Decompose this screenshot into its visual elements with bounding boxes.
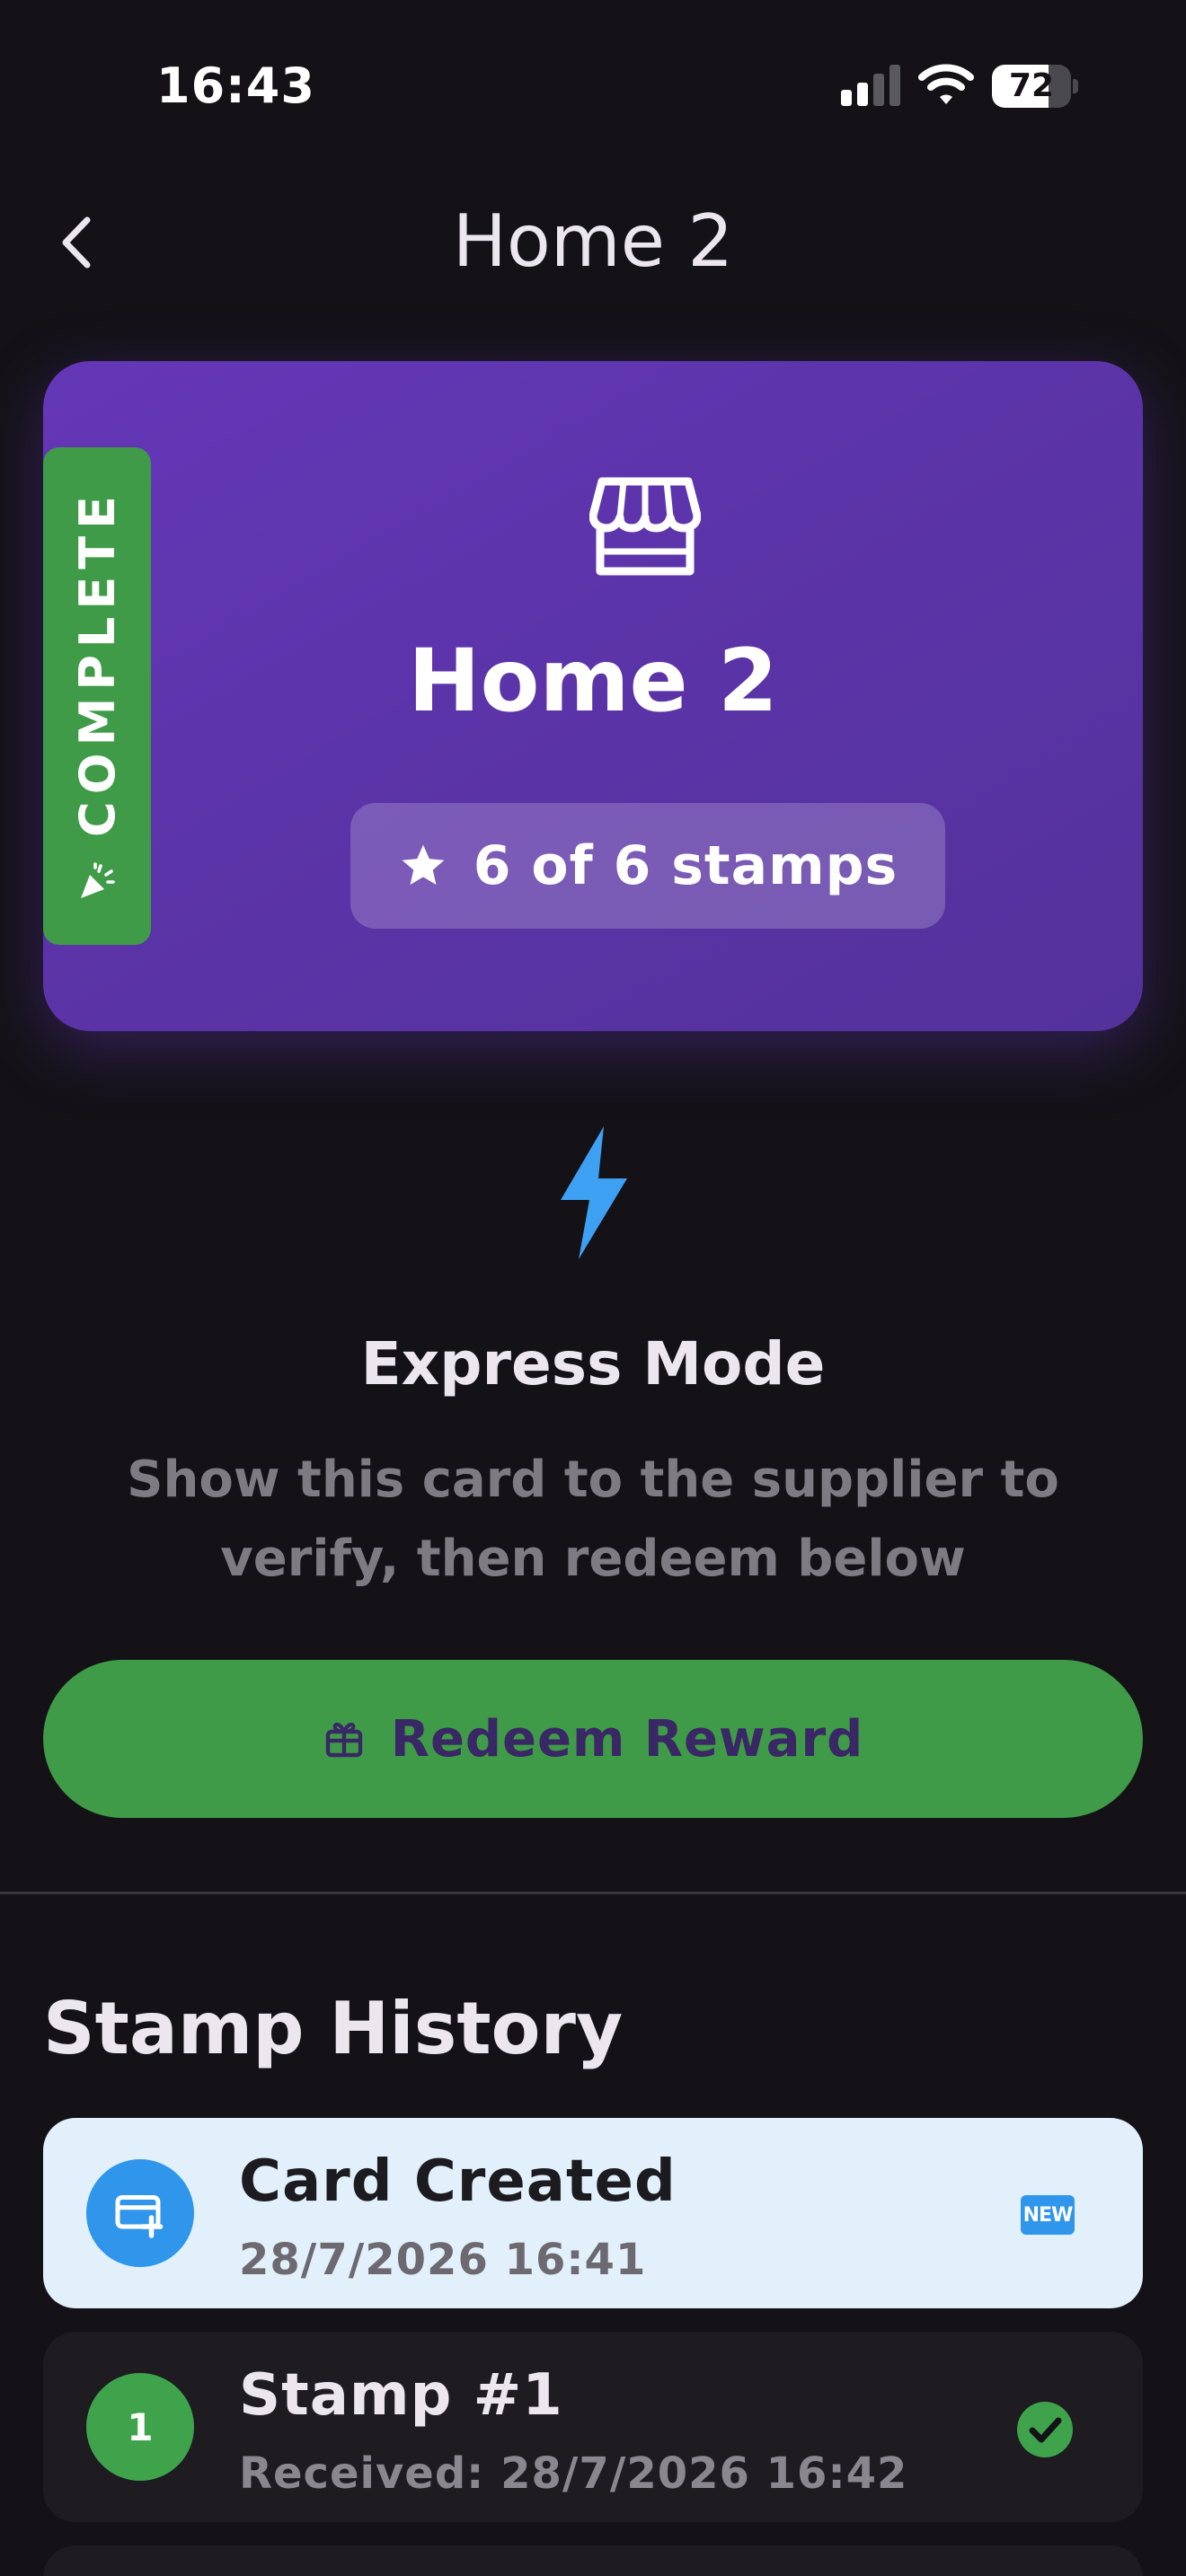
wifi-icon <box>918 64 974 104</box>
screen: 16:43 72 Home 2 Home 2 6 of 6 stamps COM… <box>0 0 1186 2576</box>
history-item-card-created[interactable]: Card Created 28/7/2026 16:41 NEW <box>43 2118 1143 2308</box>
card-add-icon <box>115 2195 164 2238</box>
complete-ribbon: COMPLETE <box>43 447 151 945</box>
section-divider <box>0 1892 1186 1894</box>
new-badge-label: NEW <box>1022 2203 1074 2227</box>
stamp-number: 1 <box>127 2404 154 2449</box>
status-bar: 16:43 72 <box>0 0 1186 171</box>
loyalty-card: Home 2 6 of 6 stamps <box>43 361 1143 1031</box>
card-title: Home 2 <box>408 631 778 731</box>
history-item-title: Stamp #1 <box>239 2362 563 2429</box>
redeem-reward-label: Redeem Reward <box>390 1709 864 1769</box>
stamp-count-badge: 6 of 6 stamps <box>350 803 945 929</box>
back-button[interactable] <box>45 202 108 283</box>
express-mode-description: Show this card to the supplier to verify… <box>127 1451 1059 1588</box>
status-time: 16:43 <box>156 57 315 114</box>
history-item-partial[interactable] <box>43 2545 1143 2576</box>
lightning-bolt-icon <box>561 1126 627 1259</box>
battery-body: 72 <box>992 65 1071 108</box>
history-item-stamp-1[interactable]: 1 Stamp #1 Received: 28/7/2026 16:42 <box>43 2332 1143 2522</box>
party-popper-icon <box>81 862 115 898</box>
express-mode-title: Express Mode <box>360 1329 826 1398</box>
history-item-title: Card Created <box>239 2148 677 2215</box>
battery-percentage: 72 <box>1008 67 1055 104</box>
complete-label: COMPLETE <box>68 489 126 837</box>
card-created-icon-badge <box>86 2159 194 2267</box>
battery-cap <box>1073 79 1078 93</box>
stamp-number-badge: 1 <box>86 2373 194 2481</box>
gift-icon <box>325 1722 363 1758</box>
cellular-signal-icon <box>841 65 900 106</box>
stamp-history-title: Stamp History <box>43 1987 624 2070</box>
star-icon <box>402 844 445 885</box>
new-badge-icon: NEW <box>1021 2195 1075 2235</box>
stamp-count-label: 6 of 6 stamps <box>473 834 898 897</box>
check-circle-icon <box>1017 2402 1073 2457</box>
history-item-timestamp: 28/7/2026 16:41 <box>239 2235 647 2285</box>
page-title: Home 2 <box>452 199 734 283</box>
store-icon <box>589 477 701 576</box>
battery-indicator: 72 <box>992 65 1078 108</box>
history-item-timestamp: Received: 28/7/2026 16:42 <box>239 2448 908 2499</box>
redeem-reward-button[interactable]: Redeem Reward <box>43 1660 1143 1818</box>
chevron-left-icon <box>62 216 91 269</box>
complete-ribbon-content: COMPLETE <box>43 447 151 945</box>
